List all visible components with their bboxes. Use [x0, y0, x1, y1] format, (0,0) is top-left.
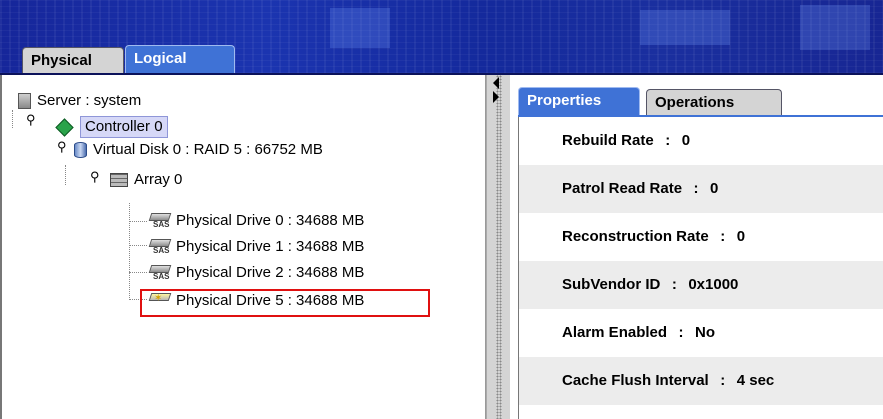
sas-drive-icon: SAS — [148, 239, 172, 255]
tree-connector — [129, 245, 147, 246]
tree-node-server[interactable]: Server : system — [18, 91, 141, 111]
controller-icon — [55, 117, 74, 137]
property-value: 0 — [736, 228, 746, 245]
array-icon — [110, 173, 128, 188]
tab-properties[interactable]: Properties — [518, 87, 640, 115]
tree-node-label: Virtual Disk 0 : RAID 5 : 66752 MB — [93, 141, 323, 159]
property-label: Cache Flush Interval — [562, 372, 709, 389]
property-label: SubVendor ID — [562, 276, 661, 293]
property-value: No — [695, 324, 716, 341]
virtual-disk-icon — [74, 142, 87, 159]
tree-node-physical-drive[interactable]: SAS Physical Drive 2 : 34688 MB — [148, 263, 365, 283]
device-tree[interactable]: Server : system ⚲ Controller 0 ⚲ Virtual… — [0, 75, 486, 419]
tree-node-physical-drive[interactable]: SAS Physical Drive 0 : 34688 MB — [148, 211, 365, 231]
tree-node-label: Server : system — [37, 92, 142, 110]
tab-logical[interactable]: Logical — [125, 45, 235, 73]
tree-node-label: Physical Drive 2 : 34688 MB — [176, 264, 365, 282]
tree-connector — [129, 272, 147, 273]
property-row: Rebuild Rate:0 — [562, 132, 691, 149]
property-value: 0 — [710, 180, 719, 197]
tree-node-label: Array 0 — [134, 171, 183, 189]
property-row: Patrol Read Rate:0 — [519, 165, 883, 213]
property-row: Cache Flush Interval:4 sec — [519, 357, 883, 405]
property-label: Reconstruction Rate — [562, 228, 709, 245]
tab-physical[interactable]: Physical — [22, 47, 124, 73]
tree-connector — [65, 165, 66, 185]
server-icon — [18, 93, 31, 110]
property-label: Alarm Enabled — [562, 324, 668, 341]
tree-connector — [129, 203, 130, 300]
tree-node-virtual-disk[interactable]: Virtual Disk 0 : RAID 5 : 66752 MB — [74, 140, 323, 160]
property-value: 0 — [681, 132, 691, 149]
banner-graphic — [800, 5, 870, 50]
highlight-box — [140, 289, 430, 317]
sas-drive-icon: SAS — [148, 265, 172, 281]
panel-splitter[interactable] — [486, 75, 510, 419]
expand-pin-icon[interactable]: ⚲ — [90, 169, 100, 185]
tree-node-label: Physical Drive 1 : 34688 MB — [176, 238, 365, 256]
tree-node-array[interactable]: Array 0 — [110, 170, 182, 190]
properties-table: Rebuild Rate:0 Patrol Read Rate:0 Recons… — [518, 117, 883, 419]
tree-node-label: Physical Drive 0 : 34688 MB — [176, 212, 365, 230]
property-value: 0x1000 — [688, 276, 739, 293]
tree-node-label: Controller 0 — [80, 116, 168, 138]
expand-pin-icon[interactable]: ⚲ — [57, 139, 67, 155]
collapse-left-icon[interactable] — [493, 77, 499, 89]
property-row: Reconstruction Rate:0 — [562, 228, 746, 245]
property-label: Patrol Read Rate — [562, 180, 683, 197]
tree-connector — [12, 110, 13, 128]
detail-panel: Properties Operations Rebuild Rate:0 Pat… — [510, 75, 883, 419]
property-row: SubVendor ID:0x1000 — [519, 261, 883, 309]
tree-node-controller[interactable]: Controller 0 — [55, 116, 168, 138]
property-value: 4 sec — [736, 372, 775, 389]
expand-pin-icon[interactable]: ⚲ — [26, 112, 36, 128]
collapse-right-icon[interactable] — [493, 91, 499, 103]
property-label: Rebuild Rate — [562, 132, 654, 149]
property-row: Alarm Enabled: No — [562, 324, 716, 341]
tree-node-physical-drive[interactable]: SAS Physical Drive 1 : 34688 MB — [148, 237, 365, 257]
tree-connector — [129, 221, 147, 222]
tab-operations[interactable]: Operations — [646, 89, 782, 115]
banner-graphic — [640, 10, 730, 45]
sas-drive-icon: SAS — [148, 213, 172, 229]
banner-graphic — [330, 8, 390, 48]
